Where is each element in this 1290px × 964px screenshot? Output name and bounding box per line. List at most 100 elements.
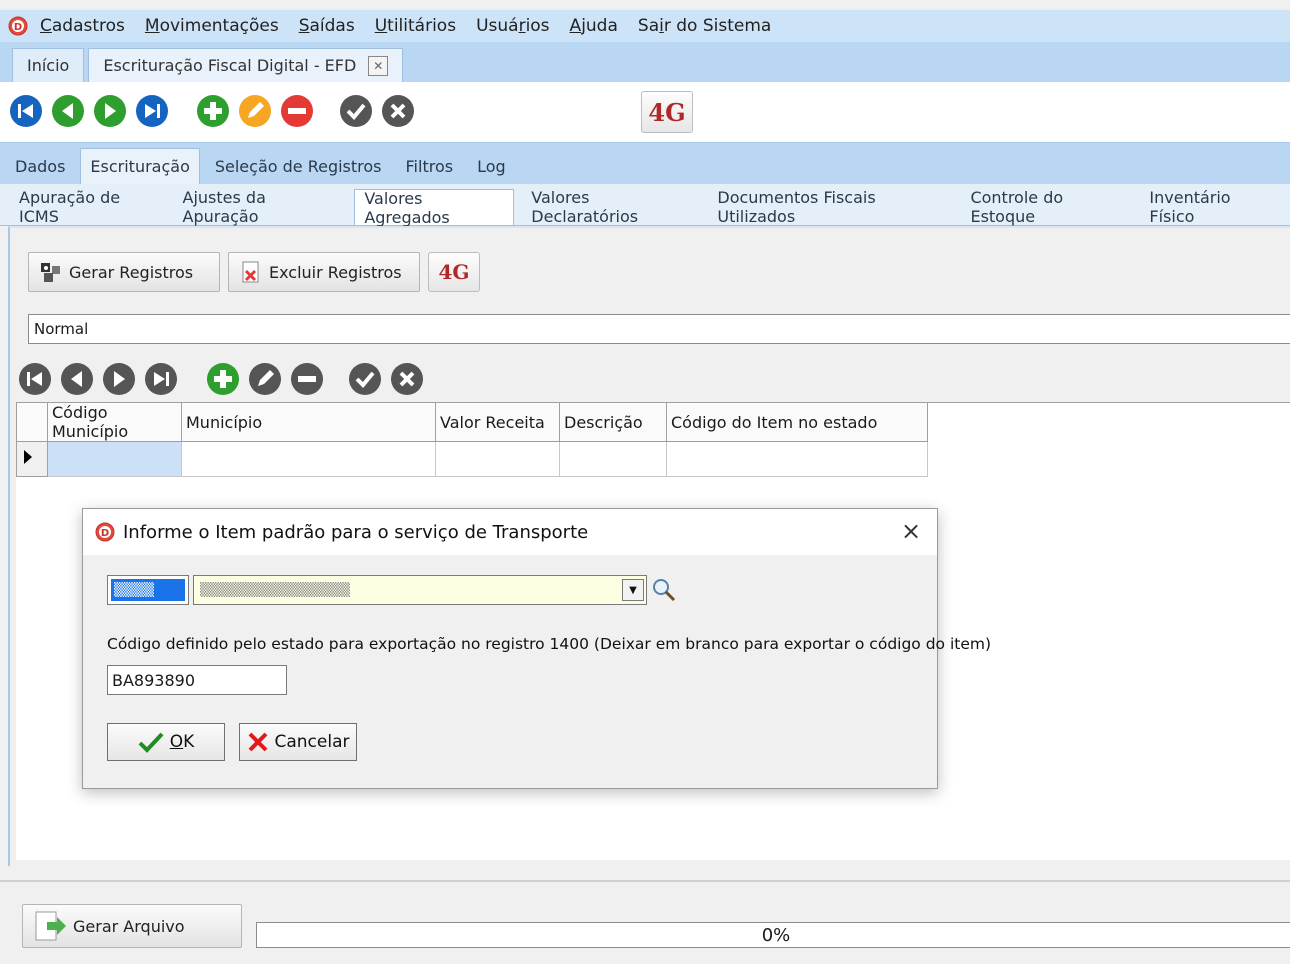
grid-cell[interactable] [666,441,928,477]
menu-bar: D Cadastros Movimentações Saídas Utilitá… [0,10,1290,42]
column-header[interactable]: Descrição [559,402,667,442]
codigo-estado-label: Código definido pelo estado para exporta… [107,635,992,653]
grid-cancel-icon[interactable] [390,362,424,396]
column-header[interactable]: Código Município [47,402,182,442]
checkmark-icon [138,731,164,753]
menu-cadastros[interactable]: Cadastros [40,16,125,36]
tab-apuracao-icms[interactable]: Apuração de ICMS [10,188,166,226]
tab-valores-declaratorios[interactable]: Valores Declaratórios [522,188,700,226]
menu-usuarios[interactable]: Usuários [476,16,549,36]
post-record-icon[interactable] [339,94,373,128]
grid-post-icon[interactable] [348,362,382,396]
subsection-tabs: Apuração de ICMS Ajustes da Apuração Val… [0,184,1290,227]
item-padrao-dialog: D Informe o Item padrão para o serviço d… [82,508,991,789]
grid-delete-icon[interactable] [290,362,324,396]
chevron-down-icon[interactable]: ▼ [622,579,644,601]
delete-document-icon [239,260,263,284]
column-header[interactable]: Município [181,402,436,442]
generate-records-icon [39,260,63,284]
tipo-escrituracao-select[interactable]: Normal [28,314,1290,344]
tab-inicio[interactable]: Início [12,48,85,82]
next-record-icon[interactable] [93,94,127,128]
tab-efd[interactable]: Escrituração Fiscal Digital - EFD ✕ [88,48,404,82]
codigo-estado-value: BA893890 [112,670,195,690]
item-code-input[interactable]: ▒▒▒▒ [107,575,189,605]
table-row[interactable] [16,441,928,477]
add-record-icon[interactable] [196,94,230,128]
ok-label: OK [169,732,195,752]
grid-navigator [10,360,610,398]
column-header[interactable]: Valor Receita [435,402,560,442]
prior-record-icon[interactable] [51,94,85,128]
tab-valores-agregados[interactable]: Valores Agregados [354,189,515,227]
dialog-title: Informe o Item padrão para o serviço de … [123,521,589,543]
tab-log[interactable]: Log [468,148,515,184]
grid-cell[interactable] [435,441,560,477]
grid-indicator-header [16,402,48,442]
menu-movimentacoes[interactable]: Movimentações [145,16,279,36]
export-progress-bar: 0% [256,922,1290,948]
tab-inventario-fisico[interactable]: Inventário Físico [1140,188,1282,226]
tab-filtros[interactable]: Filtros [397,148,463,184]
item-code-selection: ▒▒▒▒ [111,579,185,601]
tipo-escrituracao-value: Normal [34,320,89,338]
cancel-label: Cancelar [274,732,350,752]
menu-ajuda[interactable]: Ajuda [570,16,618,36]
cancel-record-icon[interactable] [381,94,415,128]
last-record-icon[interactable] [135,94,169,128]
item-description-combobox[interactable]: ▒▒▒▒▒▒▒▒▒▒▒▒▒▒▒ ▼ [193,575,647,605]
row-indicator-icon [16,441,48,477]
document-tabs: Início Escrituração Fiscal Digital - EFD… [0,42,1290,82]
menu-saidas[interactable]: Saídas [299,16,355,36]
company-logo-button[interactable]: 4G [641,91,693,133]
app-window: D Cadastros Movimentações Saídas Utilitá… [0,0,1290,964]
navigator-toolbar: 4G [0,82,1290,142]
progress-label: 0% [761,924,791,946]
tab-label: Início [27,56,70,75]
svg-text:D: D [14,22,22,33]
tab-selecao-registros[interactable]: Seleção de Registros [206,148,391,184]
grid-prior-icon[interactable] [60,362,94,396]
company-logo-small-button[interactable]: 4G [428,252,480,292]
search-icon[interactable] [651,577,677,603]
grid-next-icon[interactable] [102,362,136,396]
grid-cell[interactable] [559,441,667,477]
svg-text:D: D [101,528,109,539]
gerar-registros-label: Gerar Registros [69,262,194,282]
tab-documentos-fiscais[interactable]: Documentos Fiscais Utilizados [708,188,953,226]
grid-first-icon[interactable] [18,362,52,396]
grid-edit-icon[interactable] [248,362,282,396]
menu-sair[interactable]: Sair do Sistema [638,16,771,36]
app-logo-icon: D [8,16,28,36]
edit-record-icon[interactable] [238,94,272,128]
valores-agregados-grid: Código Município Município Valor Receita… [16,402,928,477]
grid-last-icon[interactable] [144,362,178,396]
section-tabs: Dados Escrituração Seleção de Registros … [0,142,1290,184]
menu-utilitarios[interactable]: Utilitários [375,16,456,36]
tab-controle-estoque[interactable]: Controle do Estoque [961,188,1132,226]
gerar-registros-button[interactable]: Gerar Registros [28,252,220,292]
export-file-icon [33,909,67,943]
grid-add-icon[interactable] [206,362,240,396]
grid-cell[interactable] [47,441,182,477]
tab-label: Escrituração Fiscal Digital - EFD [103,56,357,75]
gerar-arquivo-label: Gerar Arquivo [73,916,185,936]
first-record-icon[interactable] [9,94,43,128]
codigo-estado-input[interactable]: BA893890 [107,665,287,695]
excluir-registros-button[interactable]: Excluir Registros [228,252,420,292]
item-description-blurred: ▒▒▒▒▒▒▒▒▒▒▒▒▒▒▒ [200,582,350,598]
red-x-icon [247,731,269,753]
grid-cell[interactable] [181,441,436,477]
column-header[interactable]: Código do Item no estado [666,402,928,442]
excluir-registros-label: Excluir Registros [269,262,402,282]
close-tab-icon[interactable]: ✕ [368,55,389,76]
gerar-arquivo-button[interactable]: Gerar Arquivo [22,904,242,948]
ok-button[interactable]: OK [107,723,225,761]
tab-ajustes-apuracao[interactable]: Ajustes da Apuração [174,188,347,226]
cancel-button[interactable]: Cancelar [239,723,357,761]
tab-escrituracao[interactable]: Escrituração [80,148,200,184]
delete-record-icon[interactable] [280,94,314,128]
app-logo-icon: D [95,522,115,542]
tab-dados[interactable]: Dados [6,148,74,184]
dialog-close-icon[interactable]: × [899,519,923,543]
